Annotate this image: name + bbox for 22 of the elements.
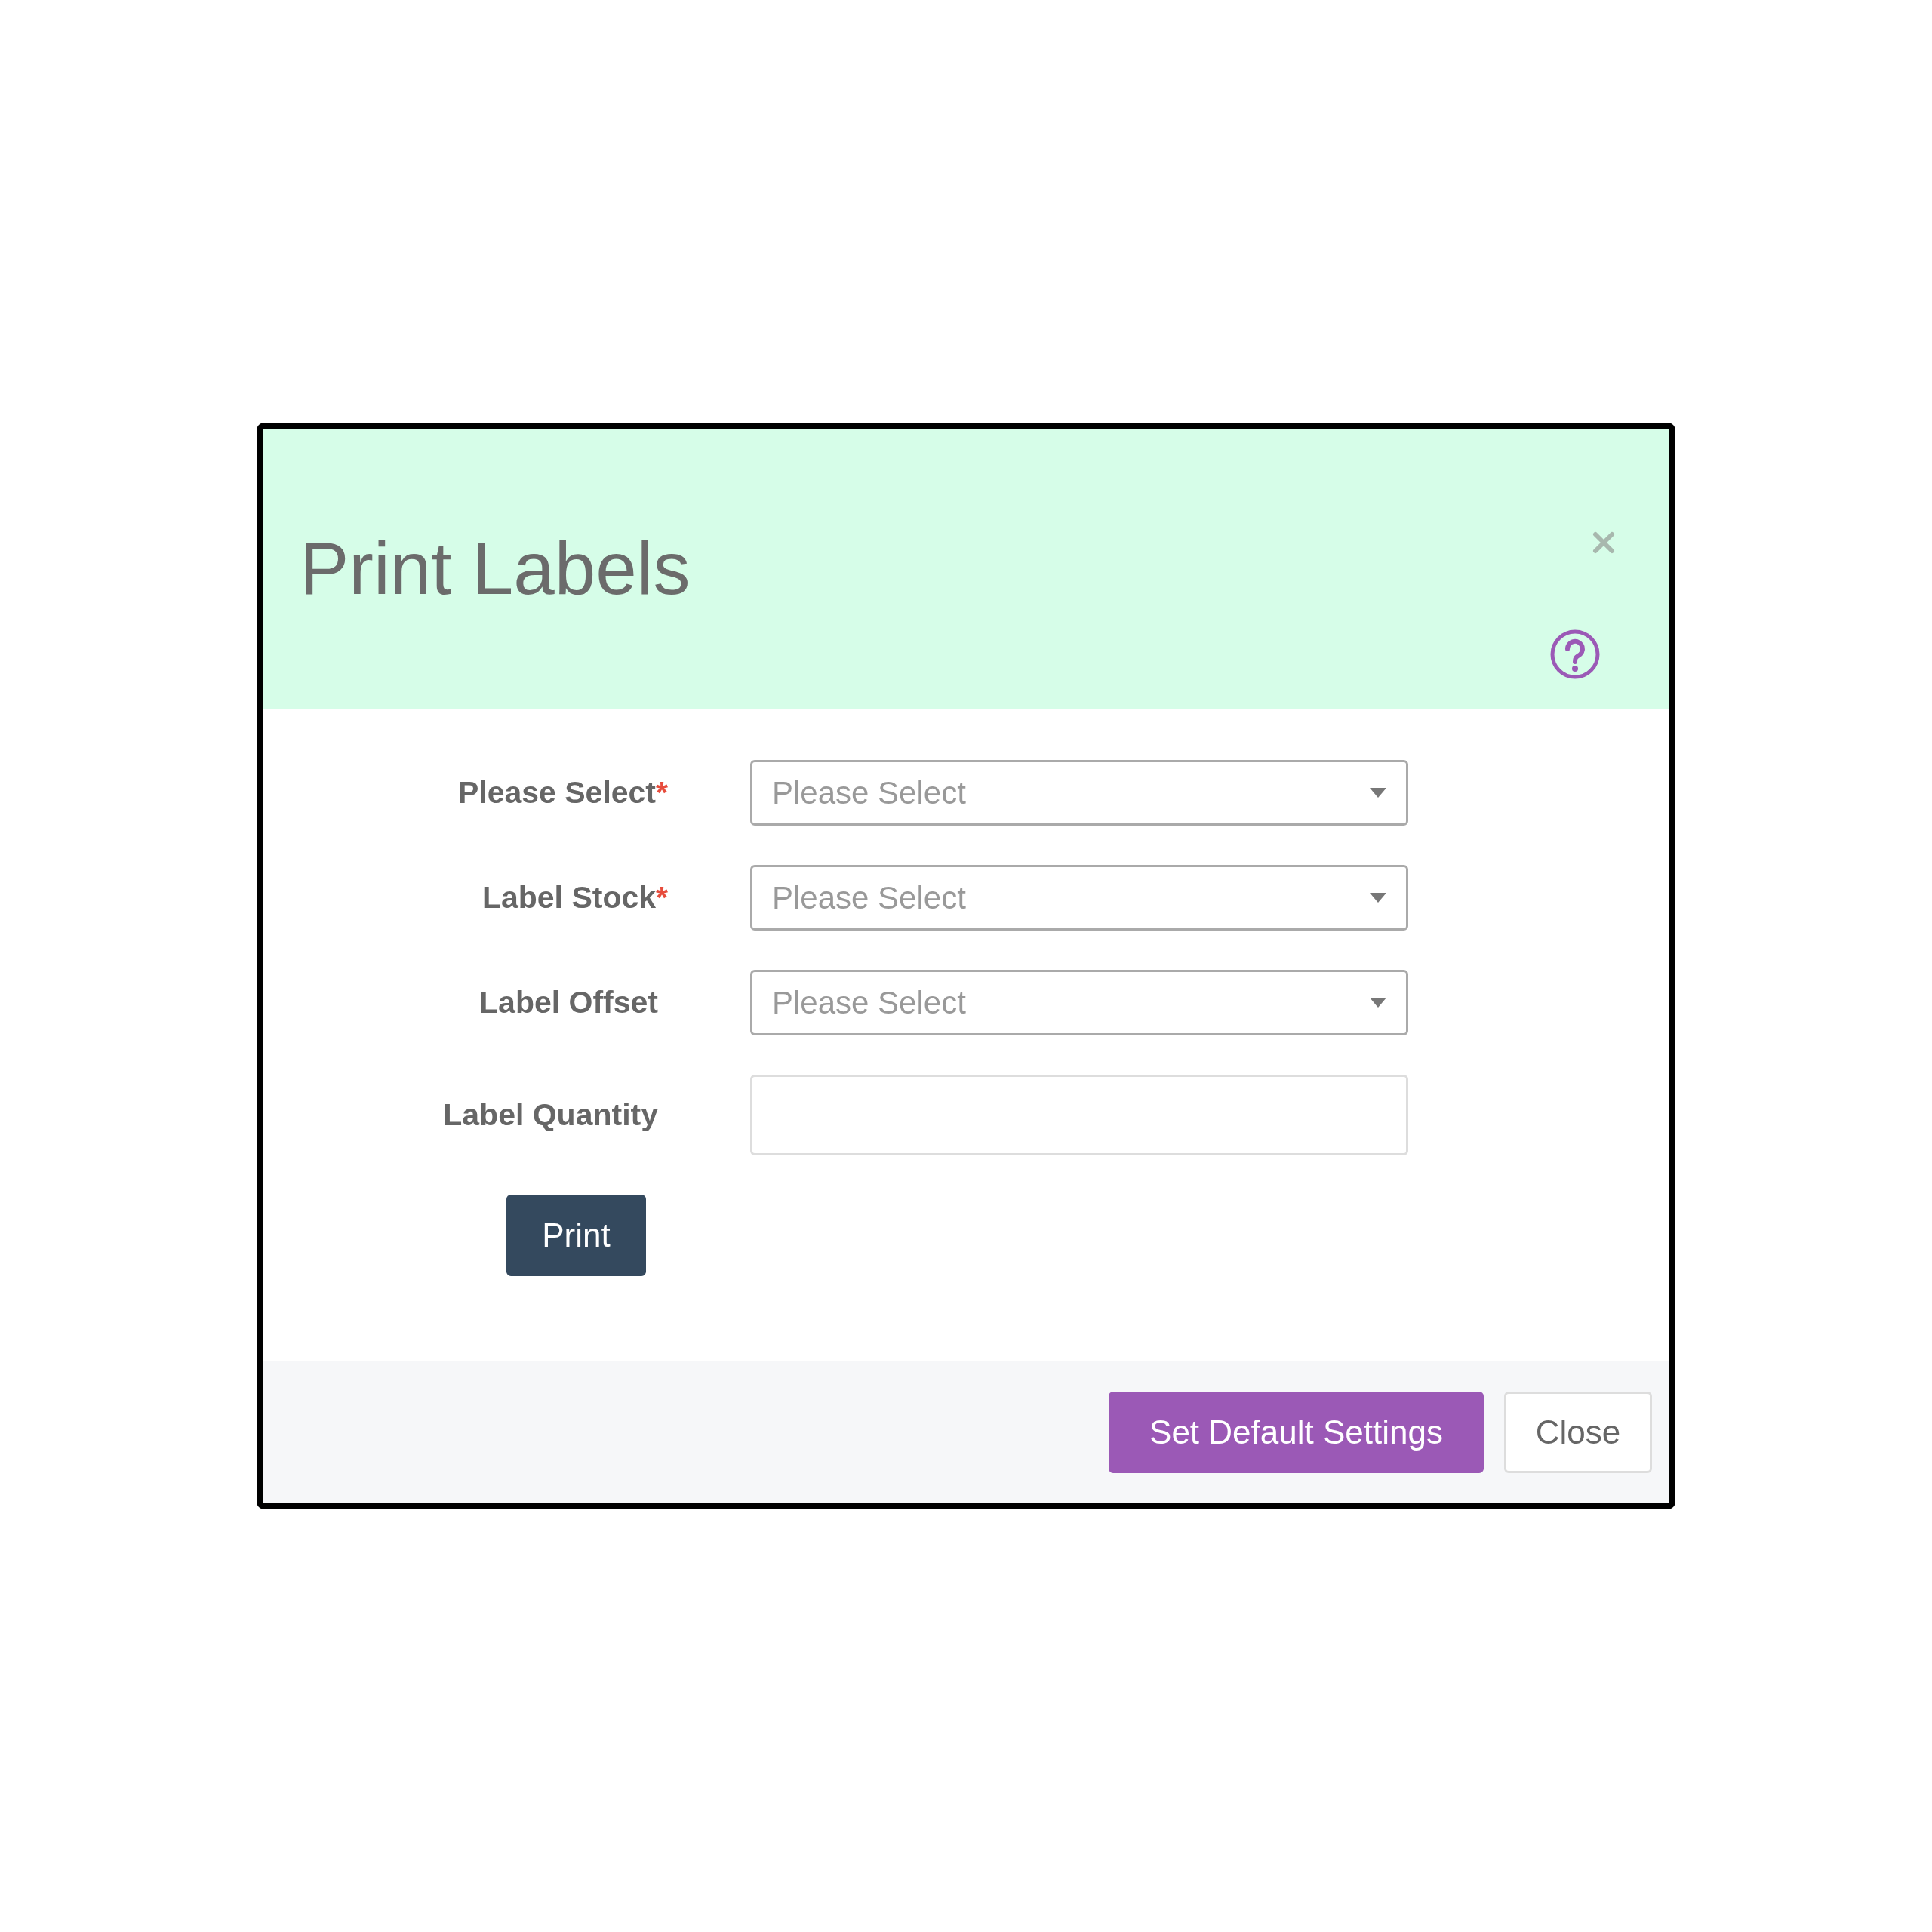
- select-dropdown[interactable]: Please Select: [750, 970, 1408, 1035]
- close-button[interactable]: Close: [1504, 1392, 1652, 1473]
- required-mark: *: [656, 878, 668, 916]
- select-dropdown[interactable]: Please Select: [750, 865, 1408, 931]
- close-icon[interactable]: [1592, 531, 1615, 554]
- print-button[interactable]: Print: [506, 1195, 646, 1276]
- select-placeholder: Please Select: [772, 774, 966, 812]
- select-placeholder: Please Select: [772, 984, 966, 1022]
- select-placeholder: Please Select: [772, 879, 966, 917]
- field-label: Label Stock: [481, 878, 657, 916]
- caret-icon: [1370, 893, 1386, 903]
- field-label: Label Quantity: [443, 1096, 658, 1134]
- field-label: Please Select: [457, 774, 657, 811]
- required-mark: *: [656, 774, 668, 811]
- select-dropdown[interactable]: Please Select: [750, 760, 1408, 826]
- set-default-button[interactable]: Set Default Settings: [1109, 1392, 1484, 1473]
- field-label: Label Offset: [479, 983, 658, 1021]
- dialog-title: Print Labels: [300, 526, 691, 611]
- caret-icon: [1370, 788, 1386, 798]
- caret-icon: [1370, 998, 1386, 1008]
- help-icon[interactable]: [1549, 629, 1601, 680]
- input-field[interactable]: [750, 1075, 1408, 1155]
